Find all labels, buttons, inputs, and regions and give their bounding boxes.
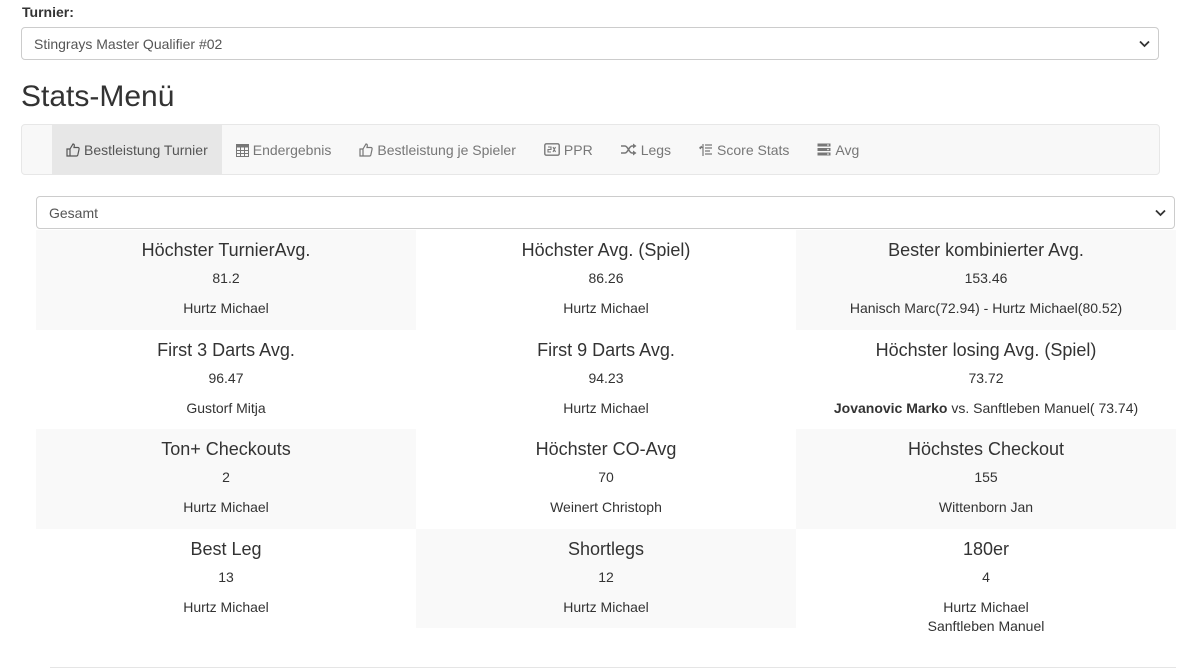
stats-navbar: Bestleistung Turnier Endergebnis Bestlei… xyxy=(21,124,1160,175)
calendar-icon xyxy=(235,143,249,157)
nav-label: Bestleistung je Spieler xyxy=(377,141,516,158)
stat-title: Best Leg xyxy=(190,538,262,559)
stat-value: 4 xyxy=(982,568,990,585)
stat-card: Ton+ Checkouts 2 Hurtz Michael xyxy=(36,429,416,529)
stat-title: Shortlegs xyxy=(567,538,645,559)
stat-title: 180er xyxy=(962,538,1010,559)
nav-label: Legs xyxy=(640,141,672,158)
stat-card: Best Leg 13 Hurtz Michael xyxy=(36,529,416,629)
stat-player: Wittenborn Jan xyxy=(938,499,1034,515)
stat-player: Hurtz Michael xyxy=(943,598,1029,615)
stat-title: Bester kombinierter Avg. xyxy=(888,240,1084,260)
stat-card: 180er 4 Hurtz Michael Sanftleben Manuel xyxy=(796,529,1176,634)
stat-title: First 3 Darts Avg. xyxy=(157,339,295,360)
stat-value: 13 xyxy=(218,568,234,585)
stat-card: Höchster Avg. (Spiel) 86.26 Hurtz Michae… xyxy=(416,230,796,330)
stat-title: Höchster losing Avg. (Spiel) xyxy=(875,339,1097,360)
stat-card: Höchster losing Avg. (Spiel) 73.72 Jovan… xyxy=(796,330,1176,430)
thumbs-up-icon xyxy=(66,142,80,157)
nav-item-score-stats[interactable]: Score Stats xyxy=(685,125,803,174)
stat-value: 96.47 xyxy=(208,369,244,386)
stat-player: Jovanovic Marko vs. Sanftleben Manuel( 7… xyxy=(796,399,1176,417)
nav-item-ppr[interactable]: PPR xyxy=(530,125,607,174)
stat-player: Hurtz Michael xyxy=(183,598,269,615)
turnier-label: Turnier: xyxy=(22,4,74,20)
stat-player: Hanisch Marc(72.94) - Hurtz Michael(80.5… xyxy=(849,300,1123,316)
stat-title: Höchster TurnierAvg. xyxy=(141,240,311,260)
stat-value: 81.2 xyxy=(212,270,240,286)
stat-card: Höchster TurnierAvg. 81.2 Hurtz Michael xyxy=(36,230,416,330)
ppr-icon xyxy=(543,143,560,156)
turnier-select-value: Stingrays Master Qualifier #02 xyxy=(34,35,223,52)
stat-player-rest: vs. Sanftleben Manuel( 73.74) xyxy=(947,399,1139,416)
nav-label: PPR xyxy=(563,141,593,158)
stat-card: Shortlegs 12 Hurtz Michael xyxy=(416,528,796,628)
stat-player: Hurtz Michael xyxy=(183,499,269,515)
stat-value: 70 xyxy=(598,469,614,485)
stat-value: 73.72 xyxy=(968,369,1004,386)
filter-select-value: Gesamt xyxy=(49,204,99,221)
chevron-down-icon xyxy=(1139,38,1150,50)
nav-label: Bestleistung Turnier xyxy=(84,141,208,158)
nav-item-legs[interactable]: Legs xyxy=(607,125,685,174)
stat-player: Weinert Christoph xyxy=(550,499,662,515)
stat-player: Hurtz Michael xyxy=(563,300,649,316)
stat-player: Gustorf Mitja xyxy=(186,399,266,416)
stat-player: Hurtz Michael xyxy=(563,399,649,416)
stat-player: Hurtz Michael xyxy=(183,300,269,316)
stat-card: Bester kombinierter Avg. 153.46 Hanisch … xyxy=(796,230,1176,330)
stats-nav-list: Bestleistung Turnier Endergebnis Bestlei… xyxy=(52,125,873,174)
nav-item-bestleistung-turnier[interactable]: Bestleistung Turnier xyxy=(52,125,222,174)
stat-card: First 3 Darts Avg. 96.47 Gustorf Mitja xyxy=(36,330,416,430)
stat-title: Höchster Avg. (Spiel) xyxy=(521,240,691,260)
stat-value: 2 xyxy=(222,469,230,485)
stat-player-2: Sanftleben Manuel xyxy=(927,617,1045,634)
nav-label: Avg xyxy=(835,141,860,158)
stat-title: First 9 Darts Avg. xyxy=(537,339,675,360)
stats-grid: Höchster TurnierAvg. 81.2 Hurtz Michael … xyxy=(36,230,1176,634)
stat-title: Ton+ Checkouts xyxy=(161,439,291,459)
nav-item-avg[interactable]: Avg xyxy=(803,125,873,174)
stat-player: Hurtz Michael xyxy=(563,598,649,615)
chevron-down-icon xyxy=(1155,207,1166,219)
nav-label: Score Stats xyxy=(717,141,790,158)
nav-label: Endergebnis xyxy=(252,141,332,158)
thumbs-up-icon xyxy=(359,142,374,157)
stat-value: 86.26 xyxy=(588,270,624,286)
page-title: Stats-Menü xyxy=(21,80,175,113)
stat-value: 155 xyxy=(974,469,998,485)
stat-value: 12 xyxy=(598,568,614,585)
filter-select[interactable]: Gesamt xyxy=(36,196,1175,229)
turnier-select[interactable]: Stingrays Master Qualifier #02 xyxy=(21,27,1159,60)
stat-card: First 9 Darts Avg. 94.23 Hurtz Michael xyxy=(416,330,796,430)
stat-player-winner: Jovanovic Marko xyxy=(833,399,948,416)
indent-icon xyxy=(699,143,713,157)
stat-value: 94.23 xyxy=(588,369,624,386)
nav-item-bestleistung-je-spieler[interactable]: Bestleistung je Spieler xyxy=(345,125,530,174)
nav-item-endergebnis[interactable]: Endergebnis xyxy=(222,125,346,174)
stat-card: Höchster CO-Avg 70 Weinert Christoph xyxy=(416,429,796,529)
stat-value: 153.46 xyxy=(964,270,1008,286)
stat-title: Höchstes Checkout xyxy=(907,439,1065,459)
stat-card: Höchstes Checkout 155 Wittenborn Jan xyxy=(796,429,1176,529)
random-icon xyxy=(620,143,637,156)
server-icon xyxy=(817,143,831,156)
stat-title: Höchster CO-Avg xyxy=(535,439,677,459)
footer-divider xyxy=(50,667,1176,668)
